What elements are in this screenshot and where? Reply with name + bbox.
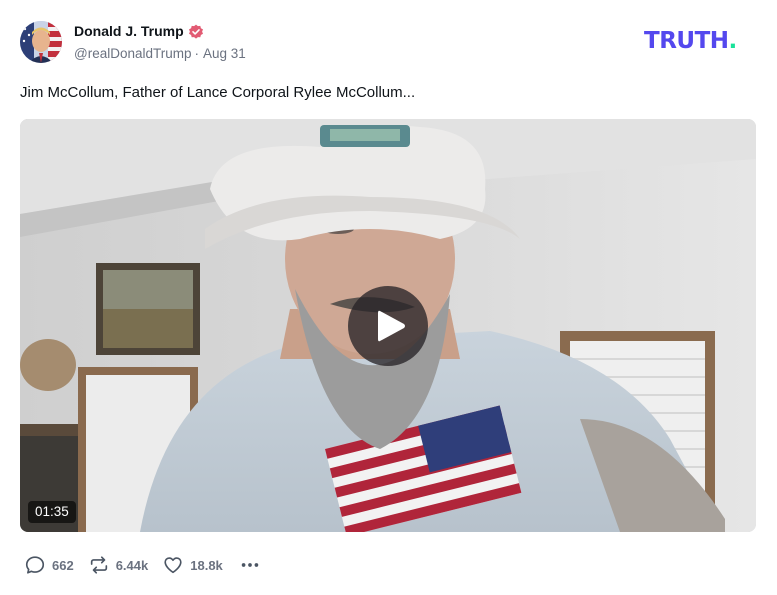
like-button[interactable]: 18.8k — [162, 554, 223, 576]
post-text: Jim McCollum, Father of Lance Corporal R… — [20, 84, 416, 101]
author-handle[interactable]: @realDonaldTrump — [74, 46, 192, 61]
truth-logo[interactable]: TRUTH. — [644, 30, 737, 53]
author-name[interactable]: Donald J. Trump — [74, 23, 184, 39]
play-icon — [378, 310, 405, 342]
retruth-count: 6.44k — [115, 557, 149, 573]
play-button[interactable] — [348, 286, 428, 366]
logo-dot: . — [728, 28, 738, 54]
meta-separator: · — [194, 46, 200, 61]
reply-button[interactable]: 662 — [24, 554, 74, 576]
like-count: 18.8k — [190, 557, 223, 573]
more-button[interactable] — [239, 554, 261, 576]
verified-badge-icon — [189, 24, 203, 39]
more-icon — [241, 563, 259, 567]
avatar-image — [20, 21, 62, 63]
video-player[interactable]: 01:35 — [20, 119, 756, 532]
reply-count: 662 — [52, 557, 74, 573]
heart-icon — [164, 557, 182, 574]
post-actions: 662 6.44k 18.8k — [24, 553, 261, 577]
retruth-button[interactable]: 6.44k — [88, 554, 149, 576]
reply-icon — [25, 556, 45, 574]
avatar[interactable] — [20, 21, 62, 63]
logo-text: TRUTH — [644, 28, 729, 54]
post-date[interactable]: Aug 31 — [203, 46, 246, 61]
duration-badge: 01:35 — [28, 501, 76, 523]
retruth-icon — [90, 556, 107, 574]
post-meta: @realDonaldTrump · Aug 31 — [74, 46, 246, 61]
